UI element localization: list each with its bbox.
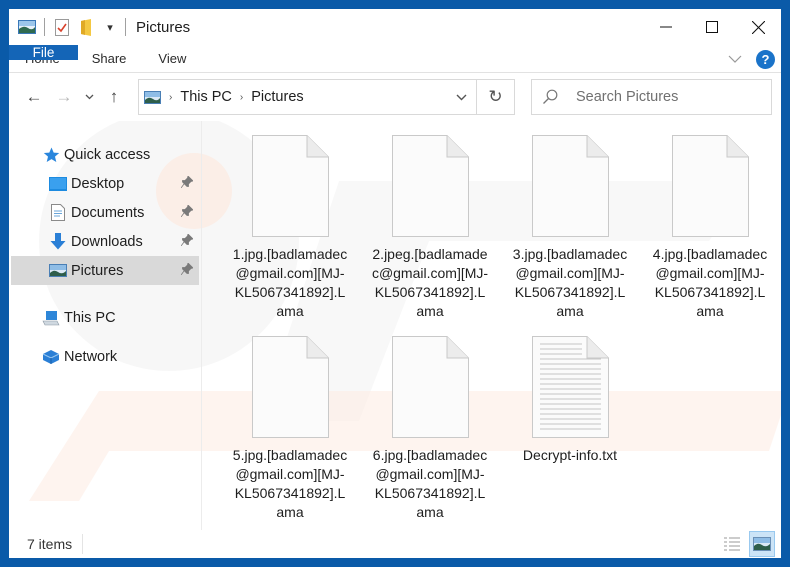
close-icon — [751, 20, 765, 34]
sidebar-item-documents[interactable]: Documents — [11, 198, 199, 227]
file-name: 5.jpg.[badlamadec@gmail.com][MJ-KL506734… — [232, 447, 348, 520]
navigation-bar: ← → ↑ › This PC › Pictures ↻ — [9, 73, 781, 121]
file-list: 1.jpg.[badlamadec@gmail.com][MJ-KL506734… — [203, 121, 781, 530]
star-icon — [41, 146, 61, 164]
file-item[interactable]: 6.jpg.[badlamadec@gmail.com][MJ-KL506734… — [364, 336, 496, 522]
sidebar-label: Quick access — [64, 146, 151, 163]
status-bar: 7 items — [9, 530, 781, 558]
maximize-icon — [706, 21, 718, 33]
file-item[interactable]: 2.jpeg.[badlamadec@gmail.com][MJ-KL50673… — [364, 135, 496, 321]
forward-button[interactable]: → — [49, 82, 79, 112]
search-icon — [532, 89, 568, 105]
sidebar-label: This PC — [64, 309, 116, 326]
quick-access-toolbar: ▾ Pictures — [9, 9, 190, 45]
sidebar-label: Downloads — [71, 233, 143, 250]
chevron-down-icon — [85, 94, 93, 100]
breadcrumb: › This PC › Pictures — [139, 89, 446, 105]
pin-icon[interactable] — [180, 262, 194, 278]
desktop-icon — [48, 175, 68, 193]
sidebar-item-downloads[interactable]: Downloads — [11, 227, 199, 256]
computer-icon — [41, 309, 61, 327]
pin-icon[interactable] — [180, 204, 194, 220]
file-name: Decrypt-info.txt — [522, 447, 618, 463]
details-view-icon — [724, 537, 740, 551]
breadcrumb-pictures[interactable]: Pictures — [251, 89, 303, 105]
item-count: 7 items — [9, 534, 84, 554]
minimize-button[interactable] — [643, 9, 689, 45]
window-title: Pictures — [136, 18, 191, 36]
pin-icon[interactable] — [180, 233, 194, 249]
file-name: 3.jpg.[badlamadec@gmail.com][MJ-KL506734… — [512, 246, 628, 319]
pictures-folder-icon[interactable] — [18, 18, 36, 36]
address-dropdown-button[interactable] — [446, 94, 476, 101]
large-icons-view-button[interactable] — [749, 531, 775, 557]
chevron-down-icon — [456, 94, 466, 100]
blank-file-icon — [391, 336, 469, 438]
up-button[interactable]: ↑ — [99, 82, 129, 112]
help-button[interactable]: ? — [756, 49, 775, 69]
file-item[interactable]: 3.jpg.[badlamadec@gmail.com][MJ-KL506734… — [504, 135, 636, 321]
view-switcher — [719, 531, 775, 557]
blank-file-icon — [251, 336, 329, 438]
properties-icon[interactable] — [53, 18, 71, 36]
sidebar-label: Network — [64, 348, 118, 365]
file-item[interactable]: 1.jpg.[badlamadec@gmail.com][MJ-KL506734… — [224, 135, 356, 321]
sidebar-item-quick-access[interactable]: Quick access — [11, 140, 199, 169]
file-item[interactable]: 4.jpg.[badlamadec@gmail.com][MJ-KL506734… — [644, 135, 776, 321]
file-item[interactable]: Decrypt-info.txt — [504, 336, 636, 465]
search-box[interactable] — [531, 79, 772, 115]
breadcrumb-this-pc[interactable]: This PC — [180, 89, 232, 105]
documents-icon — [48, 204, 68, 222]
downloads-icon — [48, 233, 68, 251]
file-item[interactable]: 5.jpg.[badlamadec@gmail.com][MJ-KL506734… — [224, 336, 356, 522]
navigation-pane: Quick access Desktop Documents Downloads… — [9, 121, 202, 530]
pictures-icon — [48, 262, 68, 280]
sidebar-item-network[interactable]: Network — [11, 342, 199, 371]
sidebar-item-this-pc[interactable]: This PC — [11, 303, 199, 332]
sidebar-item-pictures[interactable]: Pictures — [11, 256, 199, 285]
ribbon-tabs: File Home Share View ? — [9, 45, 781, 73]
search-input[interactable] — [576, 89, 766, 105]
toolbar-divider — [44, 18, 45, 36]
file-name: 6.jpg.[badlamadec@gmail.com][MJ-KL506734… — [372, 447, 488, 520]
minimize-icon — [660, 26, 672, 28]
tab-file[interactable]: File — [9, 45, 78, 60]
recent-locations-button[interactable] — [79, 82, 99, 112]
pictures-location-icon — [144, 90, 161, 104]
blank-file-icon — [531, 135, 609, 237]
file-name: 4.jpg.[badlamadec@gmail.com][MJ-KL506734… — [652, 246, 768, 319]
close-button[interactable] — [735, 9, 781, 45]
sidebar-item-desktop[interactable]: Desktop — [11, 169, 199, 198]
chevron-down-icon — [728, 55, 742, 63]
sidebar-label: Desktop — [71, 175, 125, 192]
file-explorer-window: ▾ Pictures File Home Share View ? — [9, 9, 781, 558]
file-name: 1.jpg.[badlamadec@gmail.com][MJ-KL506734… — [232, 246, 348, 319]
breadcrumb-separator: › — [239, 91, 244, 103]
back-button[interactable]: ← — [19, 82, 49, 112]
breadcrumb-separator: › — [169, 91, 173, 103]
window-controls — [643, 9, 781, 45]
blank-file-icon — [671, 135, 749, 237]
network-icon — [41, 348, 61, 366]
tab-view[interactable]: View — [142, 45, 202, 72]
details-view-button[interactable] — [719, 531, 745, 557]
file-name: 2.jpeg.[badlamadec@gmail.com][MJ-KL50673… — [371, 246, 489, 319]
blank-file-icon — [391, 135, 469, 237]
text-file-icon — [531, 336, 609, 438]
refresh-button[interactable]: ↻ — [476, 80, 514, 114]
pin-icon[interactable] — [180, 175, 194, 191]
customize-dropdown-icon[interactable]: ▾ — [101, 18, 119, 36]
tab-share[interactable]: Share — [76, 45, 143, 72]
large-icons-view-icon — [753, 537, 771, 551]
toolbar-divider — [125, 18, 126, 36]
sidebar-label: Documents — [71, 204, 145, 221]
title-bar: ▾ Pictures — [9, 9, 781, 45]
sidebar-label: Pictures — [71, 262, 124, 279]
address-bar[interactable]: › This PC › Pictures ↻ — [138, 79, 515, 115]
blank-file-icon — [251, 135, 329, 237]
expand-ribbon-button[interactable] — [728, 50, 742, 68]
new-folder-icon[interactable] — [77, 18, 95, 36]
maximize-button[interactable] — [689, 9, 735, 45]
